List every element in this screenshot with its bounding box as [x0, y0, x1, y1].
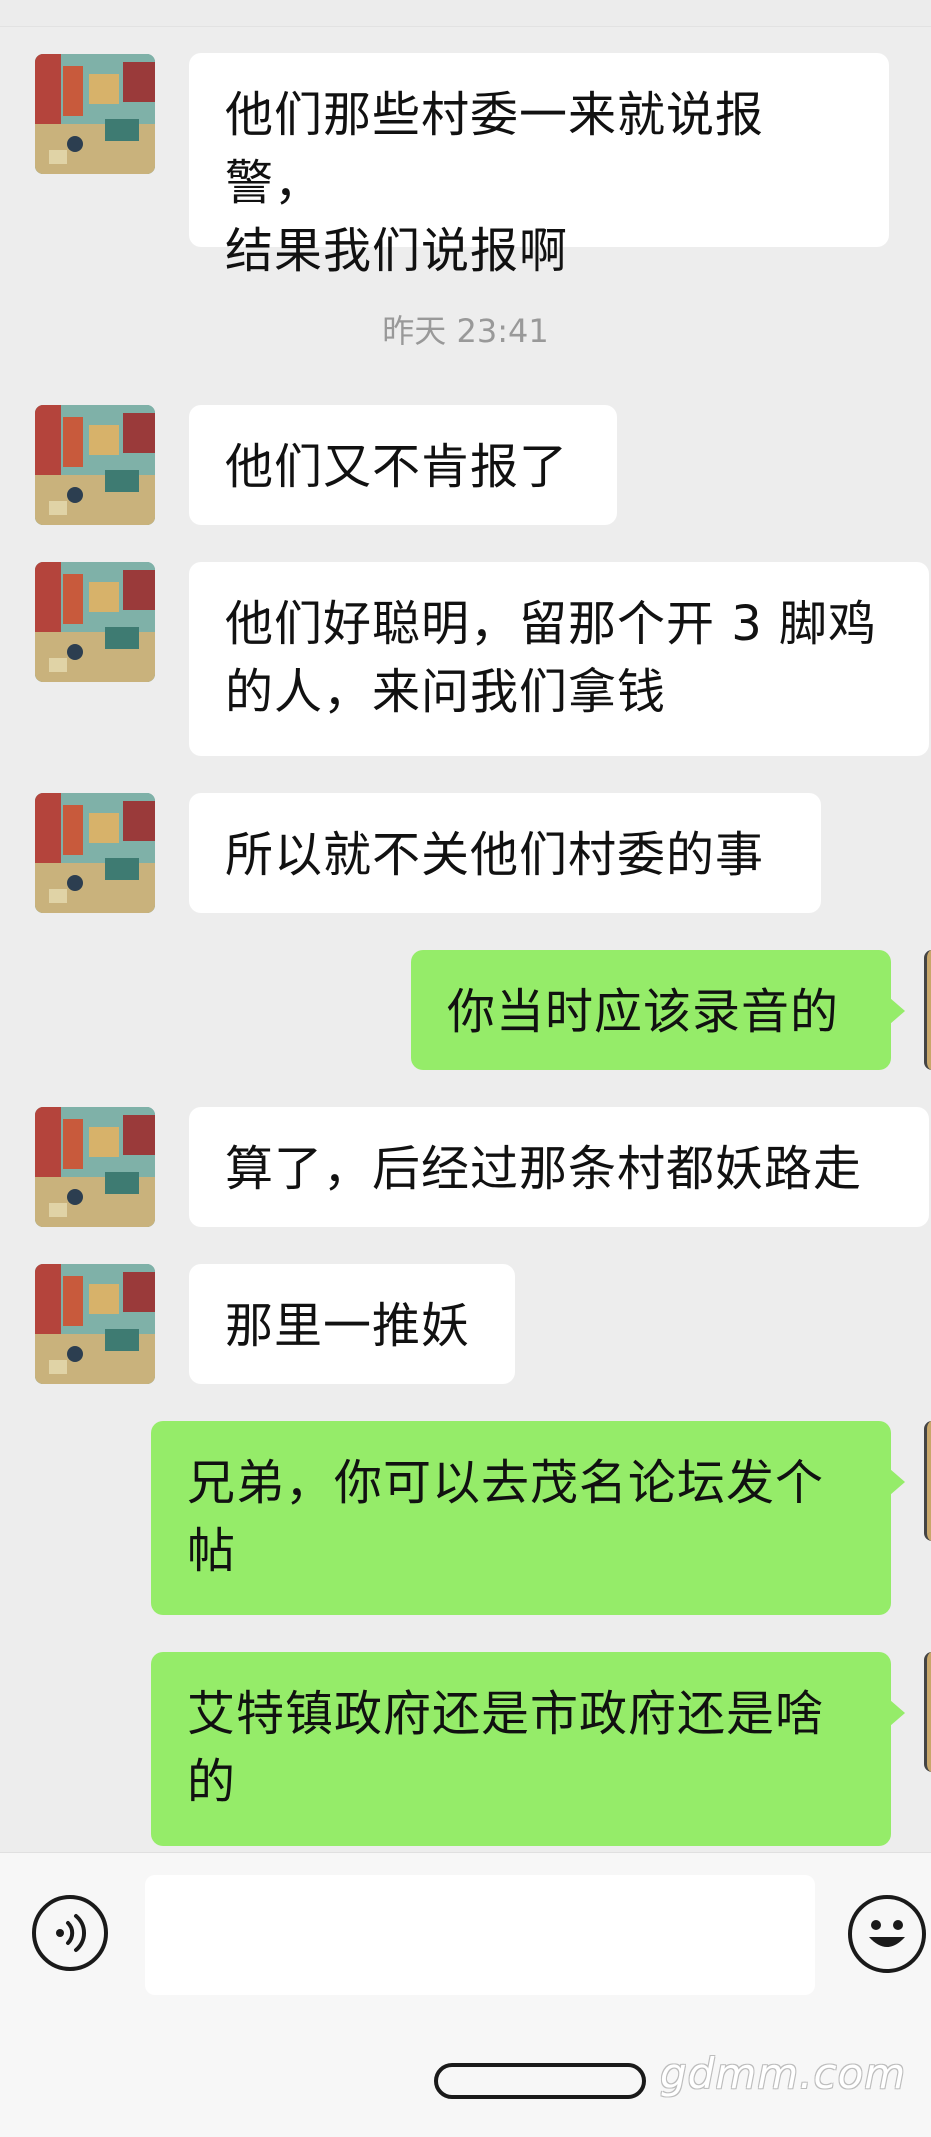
avatar-painting-image [35, 54, 155, 174]
chat-message-list[interactable]: 他们那些村委一来就说报警， 结果我们说报啊 昨天 23:41 他们又不肯报了 他… [0, 0, 931, 1852]
avatar-painting-image [35, 1264, 155, 1384]
voice-icon [56, 1914, 87, 1952]
avatar-painting-image [35, 1107, 155, 1227]
incoming-message-bubble[interactable]: 所以就不关他们村委的事 [189, 793, 821, 913]
outgoing-message-bubble[interactable]: 你当时应该录音的 [411, 950, 905, 1070]
incoming-message-bubble[interactable]: 他们那些村委一来就说报警， 结果我们说报啊 [189, 53, 889, 279]
message-timestamp: 昨天 23:41 [382, 312, 549, 350]
chat-input-bar: gdmm.com [0, 1852, 931, 2137]
contact-avatar[interactable] [35, 793, 155, 913]
incoming-message-bubble[interactable]: 算了，后经过那条村都妖路走 [189, 1107, 929, 1227]
contact-avatar[interactable] [35, 405, 155, 525]
incoming-message-bubble[interactable]: 那里一推妖 [189, 1264, 515, 1384]
outgoing-message-bubble[interactable]: 艾特镇政府还是市政府还是啥 的 [151, 1652, 905, 1846]
contact-avatar[interactable] [35, 1264, 155, 1384]
message-input[interactable] [145, 1875, 815, 1995]
avatar-painting-image [35, 562, 155, 682]
avatar-painting-image [35, 405, 155, 525]
emoji-button[interactable] [848, 1895, 926, 1973]
contact-avatar[interactable] [35, 1107, 155, 1227]
self-avatar[interactable] [924, 1421, 931, 1541]
self-avatar[interactable] [924, 950, 931, 1070]
contact-avatar[interactable] [35, 54, 155, 174]
self-avatar[interactable] [924, 1652, 931, 1772]
incoming-message-bubble[interactable]: 他们又不肯报了 [189, 405, 617, 525]
avatar-painting-image [35, 793, 155, 913]
home-indicator[interactable] [434, 2063, 646, 2099]
incoming-message-bubble[interactable]: 他们好聪明，留那个开 3 脚鸡 的人，来问我们拿钱 [189, 562, 929, 756]
contact-avatar[interactable] [35, 562, 155, 682]
outgoing-message-bubble[interactable]: 兄弟，你可以去茂名论坛发个 帖 [151, 1421, 905, 1615]
voice-button[interactable] [32, 1895, 108, 1971]
site-watermark: gdmm.com [660, 2049, 907, 2098]
emoji-icon [869, 1920, 905, 1947]
